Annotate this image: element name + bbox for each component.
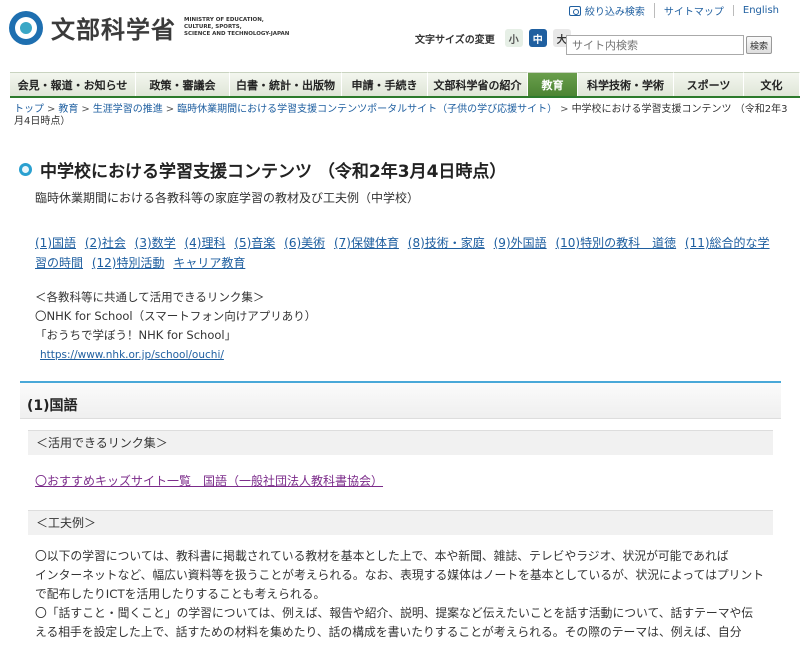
nhk-url-link[interactable]: https://www.nhk.or.jp/school/ouchi/ (40, 349, 224, 361)
logo-english-name: MINISTRY OF EDUCATION, CULTURE, SPORTS, … (184, 17, 290, 37)
site-search-input[interactable] (566, 35, 744, 55)
font-size-medium-button[interactable]: 中 (528, 29, 547, 47)
nav-item-education[interactable]: 教育 (528, 72, 578, 96)
font-size-small-button[interactable]: 小 (504, 29, 523, 47)
subject-link-music[interactable]: (5)音楽 (234, 236, 275, 250)
search-button[interactable]: 検索 (746, 36, 772, 54)
nav-item-sports[interactable]: スポーツ (674, 72, 744, 96)
title-bullet-icon (19, 163, 32, 176)
ministry-emblem-icon (9, 10, 43, 45)
breadcrumb-link-lifelong-learning[interactable]: 生涯学習の推進 (93, 104, 163, 115)
nav-item-culture[interactable]: 文化 (744, 72, 800, 96)
breadcrumb: トップ > 教育 > 生涯学習の推進 > 臨時休業期間における学習支援コンテンツポータルサイ… (14, 104, 788, 127)
narrow-search-label: 絞り込み検索 (584, 7, 645, 18)
subject-link-foreign-language[interactable]: (9)外国語 (494, 236, 547, 250)
nav-item-about[interactable]: 文部科学省の紹介 (428, 72, 528, 96)
subject-link-art[interactable]: (6)美術 (284, 236, 325, 250)
body-line: インターネットなど、幅広い資料等を扱うことが考えられる。なお、表現する媒体はノー… (35, 568, 765, 582)
subject-link-math[interactable]: (3)数学 (135, 236, 176, 250)
nhk-line: 〇NHK for School（スマートフォン向けアプリあり） (35, 309, 317, 323)
narrow-search-link[interactable]: 絞り込み検索 (560, 3, 654, 18)
font-size-label: 文字サイズの変更 (415, 34, 495, 46)
common-links-block: ＜各教科等に共通して活用できるリンク集＞ 〇NHK for School（スマー… (35, 288, 316, 365)
subject-link-tech-home[interactable]: (8)技術・家庭 (408, 236, 485, 250)
subject-links: (1)国語 (2)社会 (3)数学 (4)理科 (5)音楽 (6)美術 (7)保… (35, 233, 775, 273)
narrow-search-icon (568, 5, 581, 16)
nav-item-whitepaper[interactable]: 白書・統計・出版物 (230, 72, 342, 96)
sitemap-link[interactable]: サイトマップ (653, 3, 733, 18)
logo-name: 文部科学省 (51, 16, 176, 44)
section-japanese-title: (1)国語 (27, 398, 78, 414)
nav-item-application[interactable]: 申請・手続き (342, 72, 428, 96)
nhk-quote: 「おうちで学ぼう！NHK for School」 (35, 328, 237, 342)
subject-link-career[interactable]: キャリア教育 (173, 256, 245, 270)
examples-body: 〇以下の学習については、教科書に掲載されている教材を基本とした上で、本や新聞、雑… (35, 547, 770, 642)
examples-subheading: ＜工夫例＞ (28, 510, 773, 535)
common-links-heading: ＜各教科等に共通して活用できるリンク集＞ (35, 290, 265, 304)
english-link[interactable]: English (732, 5, 788, 16)
page-title-text: 中学校における学習支援コンテンツ （令和2年3月4日時点） (40, 162, 507, 182)
kids-site-link[interactable]: 〇おすすめキッズサイト一覧 国語（一般社団法人教科書協会） (35, 472, 383, 489)
site-logo[interactable]: 文部科学省 MINISTRY OF EDUCATION, CULTURE, SP… (9, 10, 294, 45)
breadcrumb-link-top[interactable]: トップ (14, 104, 44, 115)
subject-link-science[interactable]: (4)理科 (184, 236, 225, 250)
font-size-switcher: 文字サイズの変更 小 中 大 (415, 29, 571, 47)
utility-links: 絞り込み検索 サイトマップ English (560, 3, 788, 18)
breadcrumb-link-education[interactable]: 教育 (58, 104, 78, 115)
page-title: 中学校における学習支援コンテンツ （令和2年3月4日時点） (19, 157, 506, 182)
body-line: 〇以下の学習については、教科書に掲載されている教材を基本とした上で、本や新聞、雑… (35, 549, 729, 563)
global-nav: 会見・報道・お知らせ 政策・審議会 白書・統計・出版物 申請・手続き 文部科学省… (10, 72, 800, 98)
nav-item-policy[interactable]: 政策・審議会 (136, 72, 230, 96)
body-line: える相手を設定した上で、話すための材料を集めたり、話の構成を書いたりすることが考… (35, 625, 742, 639)
subject-link-special-activities[interactable]: (12)特別活動 (92, 256, 165, 270)
body-line: で配布したりICTを活用したりすることも考えられる。 (35, 587, 326, 601)
nav-item-press[interactable]: 会見・報道・お知らせ (10, 72, 136, 96)
section-japanese: (1)国語 (20, 381, 781, 419)
subject-link-japanese[interactable]: (1)国語 (35, 236, 76, 250)
nav-item-science[interactable]: 科学技術・学術 (578, 72, 674, 96)
site-header: 文部科学省 MINISTRY OF EDUCATION, CULTURE, SP… (0, 0, 800, 66)
page-subtitle: 臨時休業期間における各教科等の家庭学習の教材及び工夫例（中学校） (35, 191, 420, 205)
subject-link-moral[interactable]: (10)特別の教科 道徳 (555, 236, 676, 250)
breadcrumb-link-portal[interactable]: 臨時休業期間における学習支援コンテンツポータルサイト（子供の学び応援サイト） (177, 104, 557, 115)
subject-link-pe[interactable]: (7)保健体育 (334, 236, 399, 250)
links-subheading: ＜活用できるリンク集＞ (28, 430, 773, 455)
body-line: 〇「話すこと・聞くこと」の学習については、例えば、報告や紹介、説明、提案など伝え… (35, 606, 754, 620)
subject-link-social-studies[interactable]: (2)社会 (85, 236, 126, 250)
